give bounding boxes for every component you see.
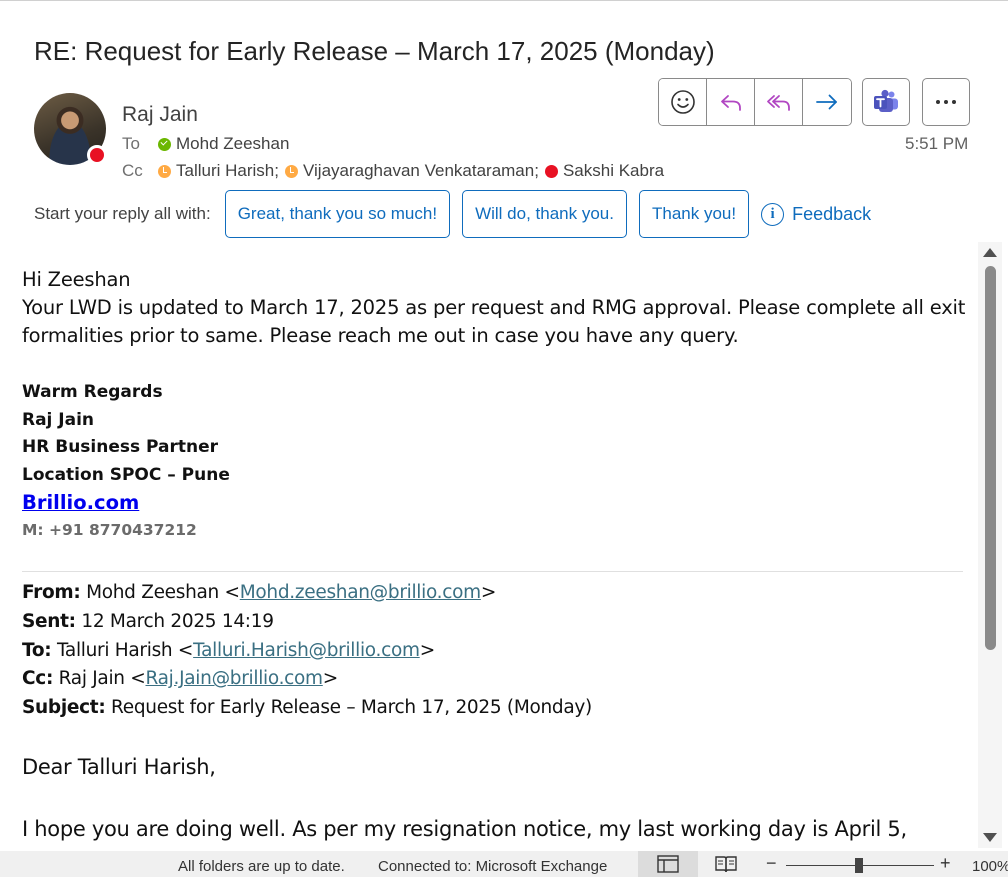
zoom-slider-thumb[interactable] — [855, 858, 863, 873]
away-status-icon — [284, 164, 298, 178]
body-paragraph: Your LWD is updated to March 17, 2025 as… — [22, 296, 966, 347]
react-button[interactable] — [659, 79, 707, 125]
signature-mobile: M: +91 8770437212 — [22, 520, 197, 539]
recipient-cc[interactable]: Talluri Harish; — [176, 161, 279, 181]
reading-view-button[interactable] — [714, 854, 738, 877]
signature-closing: Warm Regards — [22, 382, 163, 402]
more-icon — [936, 100, 956, 104]
away-status-icon — [158, 164, 171, 178]
zoom-out-button[interactable]: − — [766, 853, 777, 874]
connection-status: Connected to: Microsoft Exchange — [378, 858, 608, 875]
sync-status: All folders are up to date. — [178, 858, 345, 875]
status-bar: All folders are up to date. Connected to… — [0, 851, 1008, 877]
reply-icon — [720, 95, 741, 111]
greeting: Hi Zeeshan — [22, 268, 131, 291]
feedback-label: Feedback — [792, 203, 872, 224]
signature-name: Raj Jain — [22, 409, 95, 430]
scroll-down-icon[interactable] — [983, 833, 997, 842]
signature-website-link[interactable]: Brillio.com — [22, 489, 967, 517]
available-status-icon — [158, 137, 171, 151]
quoted-sent: Sent: 12 March 2025 14:19 — [22, 610, 274, 632]
suggested-reply-button[interactable]: Will do, thank you. — [462, 190, 627, 238]
message-subject: RE: Request for Early Release – March 17… — [34, 36, 715, 66]
scroll-up-icon[interactable] — [983, 248, 997, 257]
avatar[interactable] — [34, 93, 107, 165]
zoom-level[interactable]: 100% — [972, 858, 1008, 875]
vertical-scrollbar[interactable] — [978, 242, 1002, 848]
message-body: Hi Zeeshan Your LWD is updated to March … — [22, 266, 967, 544]
zoom-in-button[interactable]: + — [940, 853, 951, 874]
suggested-reply-button[interactable]: Great, thank you so much! — [224, 190, 451, 238]
message-time: 5:51 PM — [905, 134, 969, 153]
quoted-subject: Subject: Request for Early Release – Mar… — [22, 697, 592, 719]
reply-all-icon — [766, 95, 790, 111]
normal-view-icon — [657, 855, 679, 873]
message-action-toolbar — [658, 78, 852, 126]
busy-status-icon — [544, 164, 558, 178]
recipient-to[interactable]: Mohd Zeeshan — [176, 134, 289, 154]
to-line: To Mohd Zeeshan — [122, 134, 289, 154]
feedback-link[interactable]: i Feedback — [761, 202, 872, 226]
quoted-from: From: Mohd Zeeshan <Mohd.zeeshan@brillio… — [22, 582, 497, 603]
email-link[interactable]: Talluri.Harish@brillio.com — [193, 640, 420, 661]
quoted-salutation: Dear Talluri Harish, — [22, 755, 216, 779]
sender-name[interactable]: Raj Jain — [122, 103, 198, 127]
quote-divider — [22, 571, 963, 572]
suggested-replies-label: Start your reply all with: — [34, 204, 211, 223]
cc-line: Cc Talluri Harish; Vijayaraghavan Venkat… — [122, 161, 664, 181]
smiley-icon — [670, 90, 695, 114]
scroll-thumb[interactable] — [985, 266, 996, 650]
suggested-replies: Start your reply all with: Great, thank … — [34, 190, 871, 238]
presence-busy-icon — [87, 145, 107, 165]
info-icon: i — [761, 202, 785, 226]
forward-button[interactable] — [803, 79, 851, 125]
email-link[interactable]: Mohd.zeeshan@brillio.com — [240, 582, 481, 603]
to-label: To — [122, 134, 140, 153]
reply-button[interactable] — [707, 79, 755, 125]
reading-view-icon — [715, 856, 737, 873]
quoted-cc: Cc: Raj Jain <Raj.Jain@brillio.com> — [22, 668, 338, 690]
signature-title: HR Business Partner — [22, 437, 219, 457]
recipient-cc[interactable]: Vijayaraghavan Venkataraman; — [303, 161, 539, 181]
teams-chat-button[interactable] — [862, 78, 910, 126]
signature-location: Location SPOC – Pune — [22, 464, 230, 485]
cc-label: Cc — [122, 161, 143, 180]
email-link[interactable]: Raj.Jain@brillio.com — [146, 668, 324, 689]
quoted-header: From: Mohd Zeeshan <Mohd.zeeshan@brillio… — [22, 579, 967, 723]
normal-view-button[interactable] — [638, 851, 698, 877]
teams-icon — [874, 89, 898, 112]
forward-icon — [816, 94, 837, 110]
signature: Warm Regards Raj Jain HR Business Partne… — [22, 379, 967, 544]
quoted-to: To: Talluri Harish <Talluri.Harish@brill… — [22, 639, 435, 661]
reply-all-button[interactable] — [755, 79, 803, 125]
suggested-reply-button[interactable]: Thank you! — [638, 190, 750, 238]
more-actions-button[interactable] — [922, 78, 970, 126]
recipient-cc[interactable]: Sakshi Kabra — [563, 161, 664, 181]
